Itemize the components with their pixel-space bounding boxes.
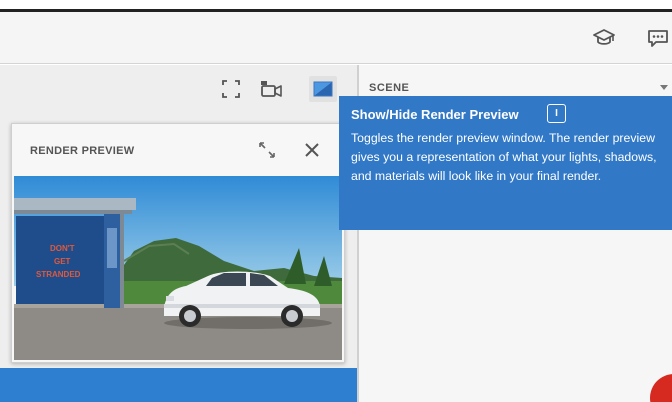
close-icon[interactable] (300, 138, 324, 162)
scene-panel-title[interactable]: SCENE (369, 82, 409, 94)
render-preview-icon[interactable] (309, 76, 337, 102)
poster-text-line2: GET (54, 257, 71, 266)
chevron-down-icon[interactable] (660, 85, 668, 90)
poster-text-line1: DON'T (50, 244, 75, 253)
window-top-border (0, 0, 672, 12)
learn-icon[interactable] (592, 26, 616, 50)
chat-icon[interactable] (646, 26, 670, 50)
resize-icon[interactable] (255, 138, 279, 162)
canvas-background-strip (0, 368, 357, 402)
tooltip-title: Show/Hide Render Preview (351, 107, 519, 122)
render-preview-window: RENDER PREVIEW DON'T GET STRANDED (11, 123, 345, 363)
app-header (0, 12, 672, 64)
fullscreen-icon[interactable] (217, 76, 245, 102)
render-preview-image: DON'T GET STRANDED (14, 176, 342, 360)
poster-text-line3: STRANDED (36, 270, 81, 279)
render-preview-title: RENDER PREVIEW (30, 145, 135, 157)
tooltip-shortcut-key: I (547, 104, 566, 123)
tooltip-body: Toggles the render preview window. The r… (351, 131, 657, 183)
render-preview-tooltip: Show/Hide Render Preview I Toggles the r… (339, 96, 672, 230)
camera-icon[interactable] (258, 76, 286, 102)
